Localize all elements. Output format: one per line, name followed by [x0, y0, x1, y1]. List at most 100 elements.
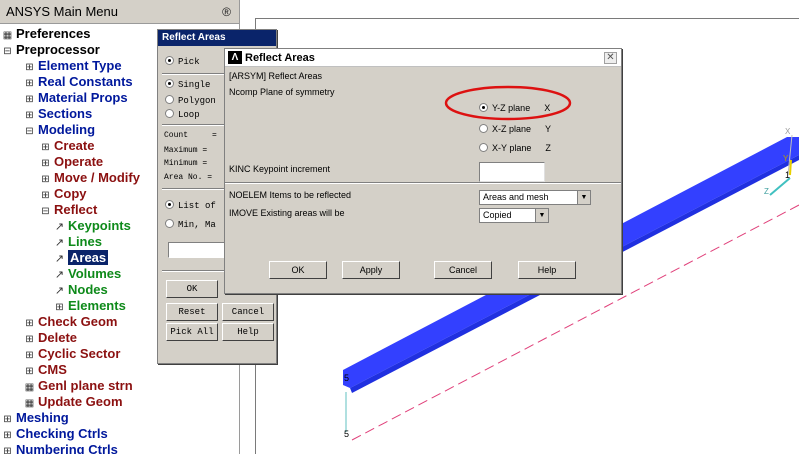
menu-item-cms[interactable]: ⊞ CMS: [0, 362, 239, 378]
radio-icon: [165, 95, 174, 104]
loop-radio[interactable]: Loop: [165, 109, 200, 120]
area-no-stat: Area No. =: [164, 173, 213, 182]
menu-item-label: Reflect: [54, 202, 98, 217]
pick-arrow-icon: ↗: [54, 269, 65, 281]
menu-item-label: Nodes: [68, 282, 108, 297]
command-label: [ARSYM] Reflect Areas: [229, 71, 323, 81]
pick-mode-radio[interactable]: Pick: [165, 56, 200, 67]
menu-item-label: Preferences: [16, 26, 91, 41]
pick-cancel-button[interactable]: Cancel: [222, 303, 274, 321]
node-label-a: 5: [344, 373, 349, 383]
noelem-label: NOELEM Items to be reflected: [229, 190, 352, 200]
reflect-dialog-titlebar[interactable]: Λ Reflect Areas ✕: [225, 49, 621, 67]
main-menu-title: ANSYS Main Menu: [6, 4, 118, 19]
pick-ok-button[interactable]: OK: [166, 280, 218, 298]
noelem-select[interactable]: Areas and mesh ▼: [479, 190, 591, 205]
radio-selected-icon: [165, 200, 174, 209]
menu-item-label: Create: [54, 138, 95, 153]
maximum-stat: Maximum =: [164, 146, 208, 155]
menu-item-meshing[interactable]: ⊞ Meshing: [0, 410, 239, 426]
menu-item-label: Preprocessor: [16, 42, 100, 57]
reflect-dialog-title: Reflect Areas: [245, 51, 315, 64]
list-of-items-radio[interactable]: List of: [165, 200, 216, 211]
menu-item-label: Sections: [38, 106, 93, 121]
imove-select[interactable]: Copied ▼: [479, 208, 549, 223]
menu-item-update-geom[interactable]: ▦ Update Geom: [0, 394, 239, 410]
min-max-inc-label: Min, Ma: [178, 220, 216, 230]
menu-item-label: Elements: [68, 298, 126, 313]
help-button[interactable]: Help: [518, 261, 576, 279]
single-radio[interactable]: Single: [165, 79, 210, 90]
single-label: Single: [178, 80, 211, 90]
xy-plane-radio[interactable]: X-Y plane Z: [479, 143, 551, 153]
menu-item-label: Keypoints: [68, 218, 131, 233]
menu-item-label: Check Geom: [38, 314, 118, 329]
axis-y-line: [789, 159, 792, 176]
count-stat: Count =: [164, 131, 217, 140]
radio-icon: [479, 143, 488, 152]
menu-item-label: Areas: [68, 250, 109, 265]
pick-help-button[interactable]: Help: [222, 323, 274, 341]
radio-icon: [479, 124, 488, 133]
menu-item-numbering-ctrls[interactable]: ⊞ Numbering Ctrls: [0, 442, 239, 454]
menu-item-label: Modeling: [38, 122, 96, 137]
menu-item-genl-plane-strn[interactable]: ▦ Genl plane strn: [0, 378, 239, 394]
menu-item-label: Operate: [54, 154, 104, 169]
cancel-button[interactable]: Cancel: [434, 261, 492, 279]
close-icon[interactable]: ✕: [604, 52, 617, 64]
menu-item-label: Copy: [54, 186, 87, 201]
chevron-down-icon[interactable]: ▼: [535, 209, 548, 222]
menu-item-label: Cyclic Sector: [38, 346, 121, 361]
pick-arrow-icon: ↗: [54, 285, 65, 297]
axis-z-label: Z: [764, 187, 769, 196]
axis-x-label: X: [785, 127, 791, 136]
menu-item-label: Real Constants: [38, 74, 133, 89]
list-of-items-label: List of: [178, 201, 216, 211]
menu-item-label: Volumes: [68, 266, 122, 281]
pick-arrow-icon: ↗: [54, 237, 65, 249]
chevron-down-icon[interactable]: ▼: [577, 191, 590, 204]
pick-mode-label: Pick: [178, 57, 200, 67]
menu-item-label: Delete: [38, 330, 78, 345]
menu-item-label: Update Geom: [38, 394, 123, 409]
menu-item-label: CMS: [38, 362, 67, 377]
axis-z-line: [769, 177, 791, 196]
pick-reset-button[interactable]: Reset: [166, 303, 218, 321]
pick-dialog-title[interactable]: Reflect Areas: [158, 30, 276, 46]
pick-all-button[interactable]: Pick All: [166, 323, 218, 341]
kinc-label: KINC Keypoint increment: [229, 164, 331, 174]
kinc-input[interactable]: [479, 162, 545, 182]
menu-item-label: Checking Ctrls: [16, 426, 108, 441]
imove-label: IMOVE Existing areas will be: [229, 208, 345, 218]
radio-selected-icon: [165, 79, 174, 88]
menu-item-label: Genl plane strn: [38, 378, 133, 393]
menu-item-label: Material Props: [38, 90, 128, 105]
menu-item-label: Element Type: [38, 58, 122, 73]
min-max-inc-radio[interactable]: Min, Ma: [165, 219, 216, 230]
axis-one-label: 1: [785, 170, 790, 180]
apply-button[interactable]: Apply: [342, 261, 400, 279]
ansys-logo-icon: Λ: [228, 51, 242, 64]
ncomp-label: Ncomp Plane of symmetry: [229, 87, 335, 97]
node-label-b: 5: [344, 429, 349, 439]
expand-icon: ⊞: [3, 446, 12, 454]
loop-label: Loop: [178, 110, 200, 120]
xz-plane-radio[interactable]: X-Z plane Y: [479, 124, 551, 134]
ok-button[interactable]: OK: [269, 261, 327, 279]
menu-item-label: Move / Modify: [54, 170, 140, 185]
collapse-menu-icon[interactable]: ®: [222, 5, 231, 19]
menu-item-checking-ctrls[interactable]: ⊞ Checking Ctrls: [0, 426, 239, 442]
pick-arrow-icon: ↗: [54, 221, 65, 233]
menu-item-label: Numbering Ctrls: [16, 442, 118, 454]
polygon-radio[interactable]: Polygon: [165, 95, 216, 106]
radio-selected-icon: [165, 56, 174, 65]
polygon-label: Polygon: [178, 96, 216, 106]
pick-arrow-icon: ↗: [54, 253, 65, 265]
main-menu-title-bar: ANSYS Main Menu ®: [0, 0, 239, 24]
menu-item-label: Meshing: [16, 410, 69, 425]
axis-y-label: Y: [783, 154, 789, 163]
dialog-separator: [225, 182, 621, 184]
minimum-stat: Minimum =: [164, 159, 208, 168]
menu-item-label: Lines: [68, 234, 102, 249]
radio-icon: [165, 109, 174, 118]
